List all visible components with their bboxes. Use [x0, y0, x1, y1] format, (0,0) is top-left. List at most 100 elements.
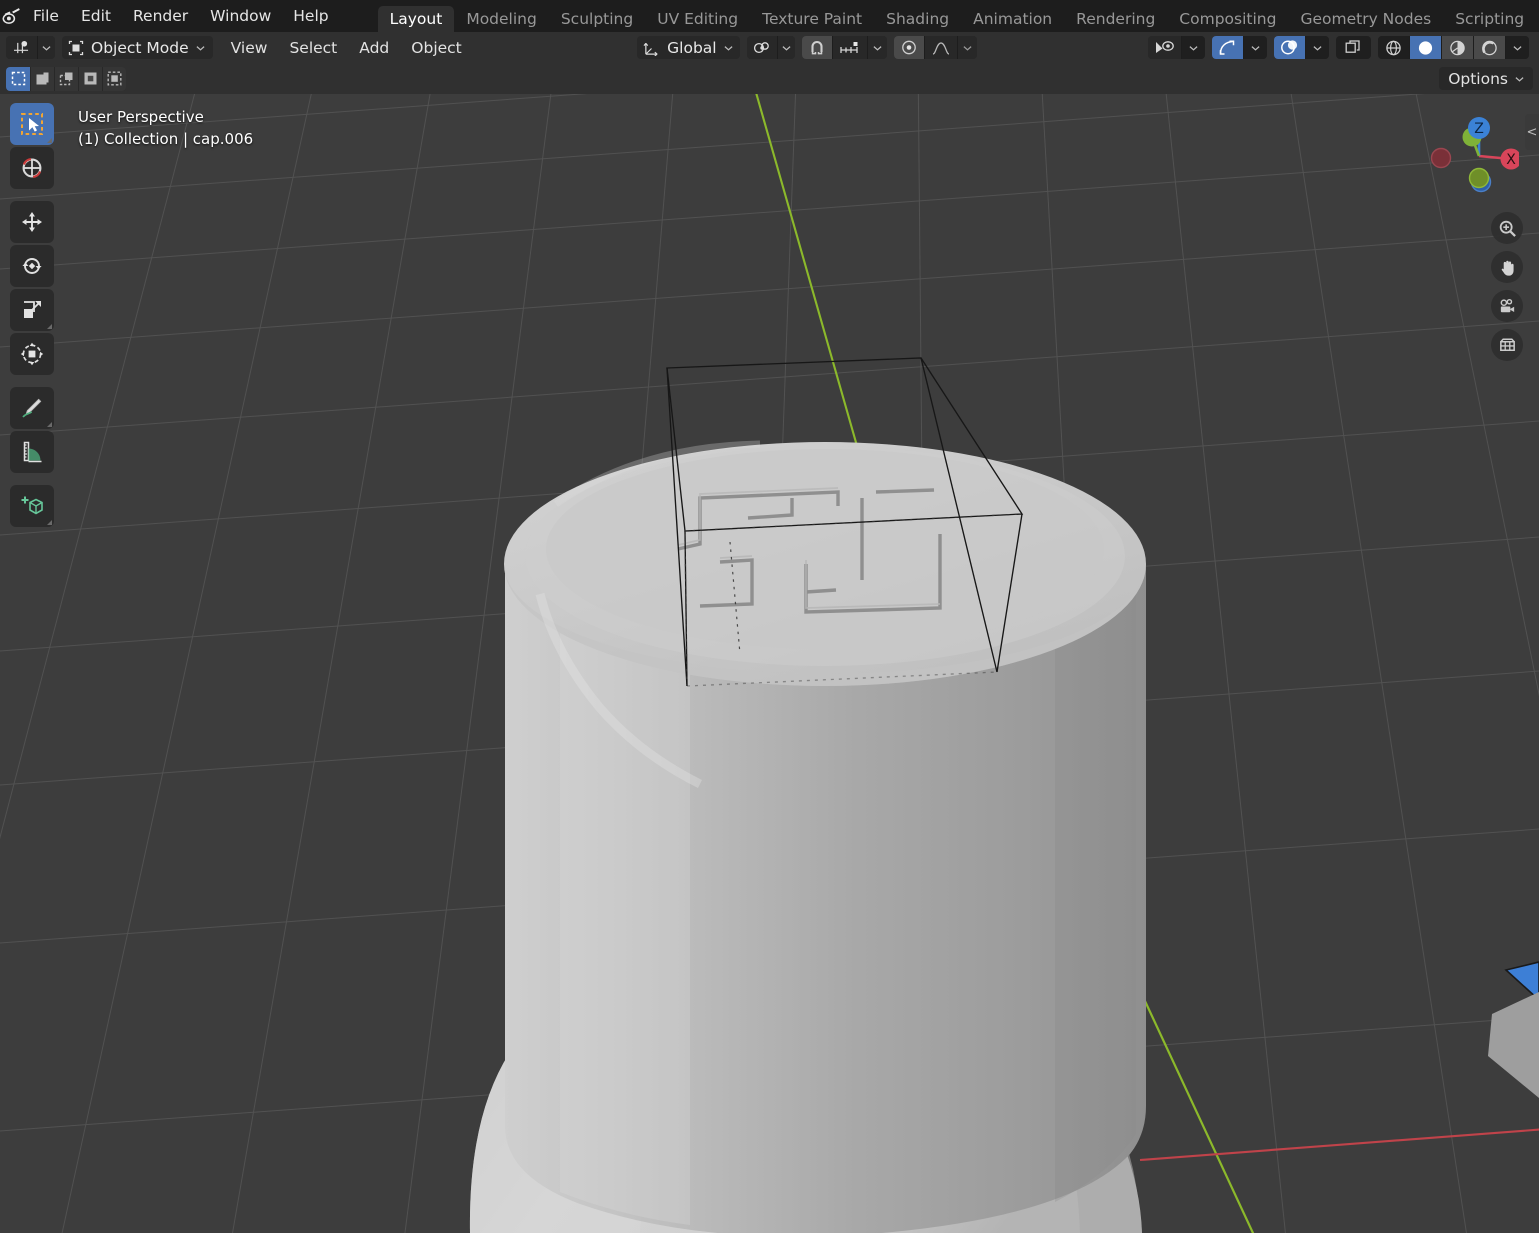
select-set-icon[interactable]	[6, 66, 30, 91]
viewport-nav-buttons	[1491, 212, 1523, 361]
show-overlays-icon[interactable]	[1274, 36, 1305, 59]
smooth-falloff-icon[interactable]	[923, 36, 957, 59]
tab-shading[interactable]: Shading	[874, 6, 961, 32]
chevron-down-icon	[1515, 76, 1524, 82]
show-gizmo-icon[interactable]	[1212, 36, 1243, 59]
tab-sculpting[interactable]: Sculpting	[549, 6, 645, 32]
pivot-point-icon[interactable]	[746, 36, 777, 59]
menu-window[interactable]: Window	[199, 4, 282, 28]
tab-rendering[interactable]: Rendering	[1064, 6, 1167, 32]
chevron-left-icon: <	[1526, 124, 1538, 140]
falloff-chevron-icon[interactable]	[956, 36, 977, 59]
snap-magnet-icon[interactable]	[801, 36, 832, 59]
select-intersect-icon[interactable]	[102, 66, 126, 91]
shading-material-preview-icon[interactable]	[1441, 36, 1473, 59]
orientation-axis-icon	[643, 40, 660, 56]
pivot-point-selector[interactable]	[746, 36, 795, 59]
scale-icon	[24, 301, 41, 318]
menu-file[interactable]: File	[22, 4, 70, 28]
editor-type-3dview-icon[interactable]	[6, 36, 37, 59]
zoom-button[interactable]	[1491, 212, 1523, 244]
viewport-menu-view[interactable]: View	[220, 36, 279, 59]
tab-layout[interactable]: Layout	[377, 6, 455, 32]
camera-view-button[interactable]	[1491, 290, 1523, 322]
object-visibility-selector[interactable]	[1148, 36, 1205, 59]
tool-expand-corner	[47, 138, 52, 143]
toggle-perspective-button[interactable]	[1491, 329, 1523, 361]
annotate-pencil-icon	[22, 398, 42, 418]
pivot-chevron-icon[interactable]	[776, 36, 795, 59]
grid-ortho-icon	[1499, 338, 1515, 351]
proportional-editing-icon[interactable]	[893, 36, 924, 59]
mode-label: Object Mode	[91, 38, 189, 57]
viewport-menu-add[interactable]: Add	[348, 36, 400, 59]
select-mode-group[interactable]	[6, 66, 126, 91]
tab-animation[interactable]: Animation	[961, 6, 1064, 32]
tab-compositing[interactable]: Compositing	[1167, 6, 1288, 32]
snap-chevron-icon[interactable]	[866, 36, 887, 59]
tool-expand-corner	[47, 520, 52, 525]
overlays-chevron-icon[interactable]	[1305, 36, 1329, 59]
tab-uv-editing[interactable]: UV Editing	[645, 6, 750, 32]
shading-mode-selector[interactable]	[1378, 36, 1529, 59]
toolbar-gap-3	[10, 475, 54, 483]
tab-scripting[interactable]: Scripting	[1443, 6, 1536, 32]
3d-viewport[interactable]: User Perspective (1) Collection | cap.00…	[0, 94, 1539, 1233]
shading-rendered-icon[interactable]	[1473, 36, 1505, 59]
tab-modeling[interactable]: Modeling	[454, 6, 549, 32]
viewport-menu-select[interactable]: Select	[278, 36, 348, 59]
proportional-editing-controls[interactable]	[893, 36, 977, 59]
gizmo-toggle-group[interactable]	[1212, 36, 1267, 59]
tool-measure[interactable]	[10, 431, 54, 473]
tool-move[interactable]	[10, 201, 54, 243]
blender-window: File Edit Render Window Help Layout Mode…	[0, 0, 1539, 1233]
tool-rotate[interactable]	[10, 245, 54, 287]
gizmo-chevron-icon[interactable]	[1243, 36, 1267, 59]
tool-add-cube[interactable]	[10, 485, 54, 527]
sidebar-toggle-button[interactable]: <	[1525, 114, 1539, 150]
zoom-magnifier-icon	[1499, 220, 1516, 237]
menu-help[interactable]: Help	[282, 4, 339, 28]
snap-increment-icon[interactable]	[831, 36, 867, 59]
select-subtract-icon[interactable]	[54, 66, 78, 91]
object-visibility-icon[interactable]	[1148, 36, 1181, 59]
select-box-icon	[21, 113, 43, 135]
tool-annotate[interactable]	[10, 387, 54, 429]
snapping-controls[interactable]	[801, 36, 887, 59]
navigation-gizmo[interactable]: X Z	[1423, 104, 1519, 200]
select-extend-icon[interactable]	[30, 66, 54, 91]
shading-solid-icon[interactable]	[1409, 36, 1441, 59]
editor-type-chevron-icon[interactable]	[37, 36, 55, 59]
mode-selector[interactable]: Object Mode	[62, 36, 213, 59]
menu-edit[interactable]: Edit	[70, 4, 122, 28]
tool-transform[interactable]	[10, 333, 54, 375]
shading-chevron-icon[interactable]	[1505, 36, 1529, 59]
tool-select-box[interactable]	[10, 103, 54, 145]
workspace-tabs: Layout Modeling Sculpting UV Editing Tex…	[377, 0, 1539, 32]
tool-settings-row: Options	[0, 63, 1539, 94]
pan-button[interactable]	[1491, 251, 1523, 283]
top-bar: File Edit Render Window Help Layout Mode…	[0, 0, 1539, 32]
blender-logo-icon[interactable]	[0, 0, 22, 32]
move-arrows-icon	[22, 212, 42, 232]
visibility-chevron-icon[interactable]	[1181, 36, 1205, 59]
viewport-menu-object[interactable]: Object	[400, 36, 472, 59]
viewport-header: Object Mode View Select Add Object Globa…	[0, 32, 1539, 63]
cap-cylinder-object	[504, 440, 1146, 1233]
tab-texture-paint[interactable]: Texture Paint	[750, 6, 874, 32]
tool-scale[interactable]	[10, 289, 54, 331]
menu-render[interactable]: Render	[122, 4, 199, 28]
orientation-chevron-icon	[724, 45, 733, 51]
tab-geometry-nodes[interactable]: Geometry Nodes	[1288, 6, 1443, 32]
tool-cursor[interactable]	[10, 147, 54, 189]
overlays-toggle-group[interactable]	[1274, 36, 1329, 59]
options-label: Options	[1448, 69, 1508, 88]
options-button[interactable]: Options	[1439, 67, 1533, 90]
editor-type-selector[interactable]	[6, 36, 55, 59]
select-invert-icon[interactable]	[78, 66, 102, 91]
toggle-xray-icon[interactable]	[1336, 36, 1371, 59]
viewport-toolbar	[10, 103, 54, 527]
transform-orientation-selector[interactable]: Global	[637, 36, 740, 59]
xray-toggle-group[interactable]	[1336, 36, 1371, 59]
shading-wireframe-icon[interactable]	[1378, 36, 1409, 59]
